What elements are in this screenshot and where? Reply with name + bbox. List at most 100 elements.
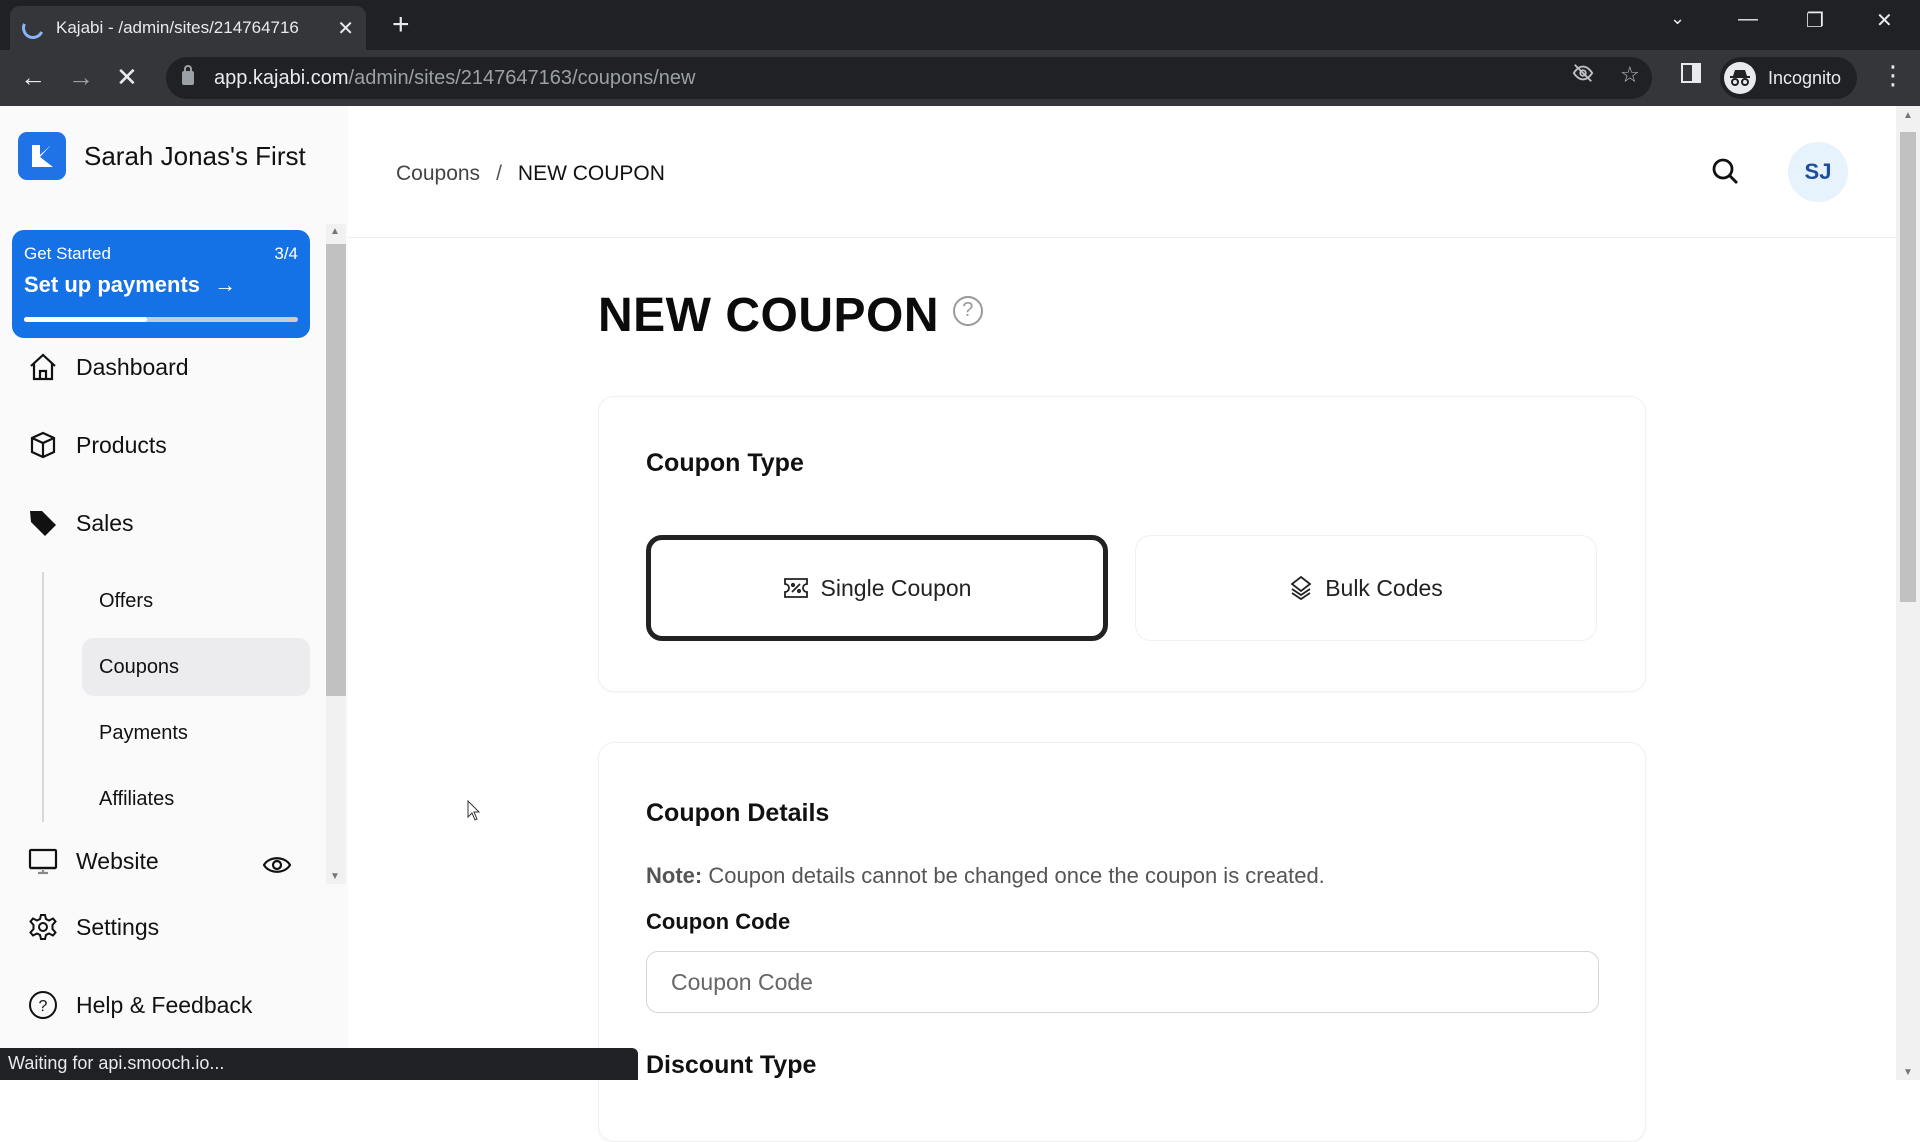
tab-close-icon[interactable]: ✕ [337, 16, 354, 41]
sales-submenu-line [42, 572, 44, 822]
breadcrumb-separator: / [496, 162, 502, 185]
ticket-icon [783, 577, 809, 599]
page-scrollbar[interactable]: ▲ ▼ [1896, 106, 1920, 1080]
discount-type-label: Discount Type [646, 1051, 817, 1079]
box-icon [28, 430, 58, 460]
coupon-code-input[interactable] [646, 951, 1599, 1013]
arrow-right-icon: → [214, 272, 237, 297]
home-icon [28, 352, 58, 382]
sidebar-item-products[interactable]: Products [28, 430, 308, 460]
gear-icon [28, 912, 58, 942]
minimize-icon[interactable]: — [1738, 8, 1758, 31]
tab-title: Kajabi - /admin/sites/214764716 [56, 18, 299, 37]
coupon-type-card: Coupon Type Single Coupon Bulk Codes [598, 396, 1646, 692]
get-started-label: Get Started [24, 244, 111, 263]
mouse-cursor-icon [467, 799, 481, 827]
sidebar-item-settings[interactable]: Settings [28, 912, 308, 942]
browser-status-bar: Waiting for api.smooch.io... [0, 1048, 638, 1080]
note-text: Coupon details cannot be changed once th… [708, 863, 1325, 888]
bookmark-star-icon[interactable]: ☆ [1620, 62, 1640, 88]
restore-icon[interactable]: ❐ [1806, 8, 1824, 33]
coupon-details-note: Note: Coupon details cannot be changed o… [646, 863, 1325, 889]
forward-icon[interactable]: → [68, 62, 94, 93]
coupon-details-heading: Coupon Details [646, 799, 830, 827]
single-coupon-label: Single Coupon [820, 574, 972, 601]
help-icon: ? [28, 990, 58, 1020]
get-started-progress-fill [24, 317, 148, 322]
loading-spinner-icon [18, 13, 48, 43]
page-title: NEW COUPON ? [598, 288, 983, 343]
browser-tab[interactable]: Kajabi - /admin/sites/214764716 ✕ [10, 6, 366, 50]
browser-toolbar: ← → ✕ app.kajabi.com/admin/sites/2147647… [0, 50, 1920, 106]
site-name: Sarah Jonas's First [84, 140, 306, 171]
page-scroll-down-icon[interactable]: ▼ [1903, 1067, 1913, 1078]
sidebar-item-label: Dashboard [76, 353, 189, 380]
sidebar-item-label: Help & Feedback [76, 991, 253, 1018]
preview-eye-icon[interactable] [262, 854, 292, 882]
address-bar[interactable]: app.kajabi.com/admin/sites/2147647163/co… [166, 57, 1652, 99]
monitor-icon [28, 846, 58, 876]
coupon-type-heading: Coupon Type [646, 449, 804, 477]
lock-icon [182, 65, 194, 85]
sidebar-item-label: Settings [76, 913, 160, 940]
page-scroll-thumb[interactable] [1900, 132, 1916, 602]
get-started-progress [24, 317, 298, 322]
page-title-text: NEW COUPON [598, 289, 939, 342]
sidebar-subitem-coupons[interactable]: Coupons [82, 638, 310, 696]
sidebar-item-sales[interactable]: Sales [28, 508, 308, 538]
scroll-up-arrow-icon[interactable]: ▲ [330, 226, 340, 237]
tab-search-chevron-icon[interactable]: ⌄ [1670, 8, 1685, 29]
coupon-code-label: Coupon Code [646, 909, 791, 934]
sidebar-subitem-payments[interactable]: Payments [82, 704, 310, 762]
breadcrumb: Coupons / NEW COUPON [396, 162, 665, 186]
browser-titlebar: Kajabi - /admin/sites/214764716 ✕ + ⌄ — … [0, 0, 1920, 50]
sidebar-scrollbar[interactable]: ▲ ▼ [326, 224, 346, 884]
back-icon[interactable]: ← [20, 62, 46, 93]
page-scroll-up-icon[interactable]: ▲ [1903, 110, 1913, 121]
svg-text:?: ? [39, 998, 48, 1015]
note-label: Note: [646, 863, 703, 888]
bulk-codes-option[interactable]: Bulk Codes [1135, 535, 1597, 641]
sidebar-item-label: Products [76, 431, 167, 458]
sidebar-subitem-affiliates[interactable]: Affiliates [82, 770, 310, 828]
incognito-profile-button[interactable]: Incognito [1720, 57, 1858, 99]
top-header: Coupons / NEW COUPON SJ [348, 106, 1896, 238]
sidebar-item-label: Website [76, 847, 159, 874]
sidebar-scroll-thumb[interactable] [326, 244, 346, 696]
search-icon[interactable] [1710, 156, 1740, 191]
scroll-down-arrow-icon[interactable]: ▼ [330, 871, 340, 882]
tag-icon [28, 508, 58, 538]
breadcrumb-current: NEW COUPON [517, 162, 665, 185]
sidebar-subitem-label: Offers [99, 589, 154, 612]
sidebar-subitem-label: Affiliates [99, 787, 175, 810]
layers-icon [1289, 575, 1313, 601]
site-brand[interactable]: Sarah Jonas's First [18, 132, 306, 180]
url-path: /admin/sites/2147647163/coupons/new [348, 66, 696, 89]
sidebar-subitem-offers[interactable]: Offers [82, 572, 310, 630]
sidebar-item-label: Sales [76, 509, 134, 536]
side-panel-icon[interactable] [1680, 62, 1702, 90]
avatar[interactable]: SJ [1788, 142, 1848, 202]
url-host: app.kajabi.com [214, 66, 349, 89]
sidebar-subitem-label: Coupons [99, 655, 180, 678]
breadcrumb-coupons-link[interactable]: Coupons [396, 162, 480, 186]
sidebar: Sarah Jonas's First Get Started 3/4 Set … [0, 106, 348, 1080]
new-tab-button[interactable]: + [392, 10, 410, 40]
get-started-step: 3/4 [274, 244, 298, 263]
window-close-icon[interactable]: ✕ [1876, 8, 1893, 33]
get-started-title: Set up payments [24, 272, 201, 297]
sidebar-item-help-feedback[interactable]: ? Help & Feedback [28, 990, 308, 1020]
stop-loading-icon[interactable]: ✕ [116, 62, 138, 93]
single-coupon-option[interactable]: Single Coupon [646, 535, 1108, 641]
sidebar-subitem-label: Payments [99, 721, 188, 744]
coupon-details-card: Coupon Details Note: Coupon details cann… [598, 742, 1646, 1142]
kajabi-logo-icon [18, 132, 66, 180]
tracking-off-eye-icon[interactable] [1572, 62, 1594, 90]
sidebar-item-dashboard[interactable]: Dashboard [28, 352, 308, 382]
profile-label: Incognito [1768, 67, 1842, 88]
browser-menu-icon[interactable]: ⋮ [1880, 60, 1906, 91]
get-started-card[interactable]: Get Started 3/4 Set up payments → [12, 230, 310, 338]
help-question-icon[interactable]: ? [953, 295, 983, 326]
incognito-icon [1724, 62, 1756, 94]
bulk-codes-label: Bulk Codes [1325, 574, 1443, 601]
